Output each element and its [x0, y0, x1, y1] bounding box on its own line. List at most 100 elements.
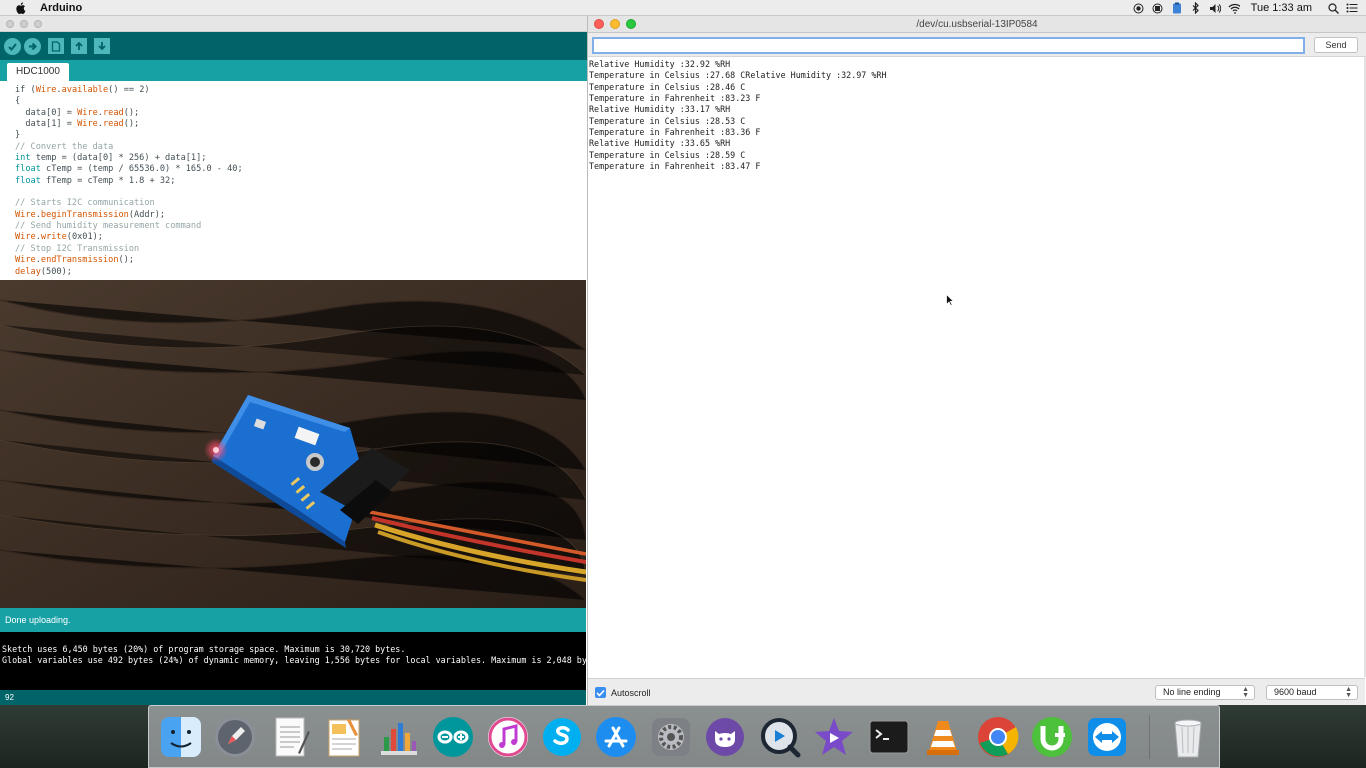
code-token: float — [15, 164, 41, 175]
serial-output-line: Temperature in Celsius :28.46 C — [589, 81, 746, 92]
code-token: read — [102, 119, 124, 130]
ide-close-button[interactable] — [6, 19, 14, 28]
code-token: (Addr); — [128, 209, 166, 220]
code-token: beginTransmission — [40, 209, 129, 220]
save-sketch-button[interactable] — [94, 38, 110, 54]
itunes-icon[interactable] — [484, 713, 531, 761]
finder-icon[interactable] — [157, 713, 204, 761]
serial-minimize-button[interactable] — [610, 19, 620, 29]
dock-separator — [1149, 714, 1151, 759]
skype-icon[interactable] — [538, 713, 585, 761]
code-line: // Stop I2C Transmission — [15, 244, 586, 255]
serial-output-line: Relative Humidity :33.17 %RH — [589, 104, 731, 115]
trash-icon[interactable] — [1164, 713, 1211, 761]
send-button[interactable]: Send — [1314, 37, 1358, 53]
code-line: } — [15, 130, 586, 141]
spotlight-search-icon[interactable] — [1327, 2, 1339, 14]
code-editor[interactable]: if (Wire.available() == 2){ data[0] = Wi… — [0, 81, 586, 280]
checkmark-icon — [596, 689, 605, 697]
launchpad-icon[interactable] — [211, 713, 258, 761]
serial-send-input[interactable] — [592, 37, 1305, 54]
tab-hdc1000[interactable]: HDC1000 — [7, 63, 69, 81]
system-preferences-icon[interactable] — [647, 713, 694, 761]
volume-icon[interactable] — [1209, 2, 1221, 14]
select-arrows-icon: ▲ ▼ — [1345, 686, 1352, 699]
arduino-ide-window: HDC1000 if (Wire.available() == 2){ data… — [0, 16, 588, 705]
line-ending-value: No line ending — [1163, 687, 1221, 697]
code-token: endTransmission — [40, 255, 119, 266]
code-token: Wire — [15, 209, 36, 220]
select-arrows-icon: ▲ ▼ — [1242, 686, 1249, 699]
bluetooth-icon[interactable] — [1190, 2, 1202, 14]
ide-titlebar — [0, 16, 588, 32]
ide-toolbar — [0, 32, 588, 60]
code-token: Wire — [77, 107, 98, 118]
quicktime-icon[interactable] — [756, 713, 803, 761]
code-line: delay(500); — [15, 267, 586, 278]
ide-minimize-button[interactable] — [20, 19, 28, 28]
code-line: if (Wire.available() == 2) — [15, 85, 586, 96]
code-token: // Send humidity measurement command — [15, 221, 202, 232]
code-token: delay — [15, 266, 41, 277]
serial-port-title: /dev/cu.usbserial-13IP0584 — [916, 19, 1038, 30]
imovie-icon[interactable] — [811, 713, 858, 761]
verify-button[interactable] — [4, 37, 21, 55]
autoscroll-toggle[interactable]: Autoscroll — [595, 687, 651, 698]
code-token: cTemp = (temp / 65536.0) * 165.0 - 40; — [40, 164, 243, 175]
notification-center-icon[interactable] — [1346, 2, 1358, 14]
line-ending-select[interactable]: No line ending ▲ ▼ — [1155, 685, 1255, 700]
terminal-icon[interactable] — [865, 713, 912, 761]
serial-output-line: Relative Humidity :32.92 %RH — [589, 59, 731, 69]
upload-button[interactable] — [24, 37, 41, 55]
ide-footer-line-number: 92 — [0, 690, 586, 705]
serial-zoom-button[interactable] — [626, 19, 636, 29]
pages-icon[interactable] — [320, 713, 367, 761]
new-file-icon — [51, 40, 61, 52]
teamviewer-icon[interactable] — [1083, 713, 1130, 761]
ide-console[interactable]: Sketch uses 6,450 bytes (20%) of program… — [0, 632, 586, 690]
open-sketch-button[interactable] — [71, 38, 87, 54]
numbers-icon[interactable] — [375, 713, 422, 761]
code-token: int — [15, 153, 31, 164]
code-token: available — [61, 85, 109, 95]
code-line: data[0] = Wire.read(); — [15, 108, 586, 119]
code-token: (500); — [40, 266, 72, 277]
code-line: int temp = (data[0] * 256) + data[1]; — [15, 153, 586, 164]
app-store-icon[interactable] — [593, 713, 640, 761]
code-token: // Convert the data — [15, 141, 114, 152]
console-line: Global variables use 492 bytes (24%) of … — [2, 655, 586, 665]
ide-status-bar: Done uploading. — [0, 608, 586, 632]
new-sketch-button[interactable] — [48, 38, 64, 54]
chrome-icon[interactable] — [974, 713, 1021, 761]
wifi-icon[interactable] — [1228, 2, 1240, 14]
code-token: Wire — [15, 232, 36, 243]
code-line: // Convert the data — [15, 142, 586, 153]
menu-clock[interactable]: Tue 1:33 am — [1251, 2, 1312, 14]
textedit-icon[interactable] — [266, 713, 313, 761]
serial-titlebar: /dev/cu.usbserial-13IP0584 — [588, 16, 1366, 33]
serial-output[interactable]: Relative Humidity :32.92 %RH Temperature … — [588, 57, 1365, 677]
ide-zoom-button[interactable] — [34, 19, 42, 28]
autoscroll-checkbox[interactable] — [595, 687, 606, 698]
console-line: Sketch uses 6,450 bytes (20%) of program… — [2, 644, 406, 654]
arduino-icon[interactable] — [429, 713, 476, 761]
code-token: data[1] = — [15, 119, 78, 130]
utorrent-icon[interactable] — [1029, 713, 1076, 761]
code-token: data[0] = — [15, 107, 78, 118]
vlc-icon[interactable] — [920, 713, 967, 761]
code-token: // Stop I2C Transmission — [15, 243, 140, 254]
dock — [148, 705, 1220, 768]
screen-share-icon[interactable] — [1152, 2, 1164, 14]
apple-menu-icon[interactable] — [14, 1, 28, 14]
clipboard-icon[interactable] — [1171, 2, 1183, 14]
serial-close-button[interactable] — [594, 19, 604, 29]
code-token: write — [40, 232, 67, 243]
code-token: Wire — [35, 85, 57, 95]
github-icon[interactable] — [702, 713, 749, 761]
menu-app-name[interactable]: Arduino — [40, 2, 82, 14]
code-token: Wire — [77, 119, 98, 130]
record-status-icon[interactable] — [1133, 2, 1145, 14]
baud-rate-select[interactable]: 9600 baud ▲ ▼ — [1266, 685, 1358, 700]
code-line: // Starts I2C communication — [15, 198, 586, 209]
